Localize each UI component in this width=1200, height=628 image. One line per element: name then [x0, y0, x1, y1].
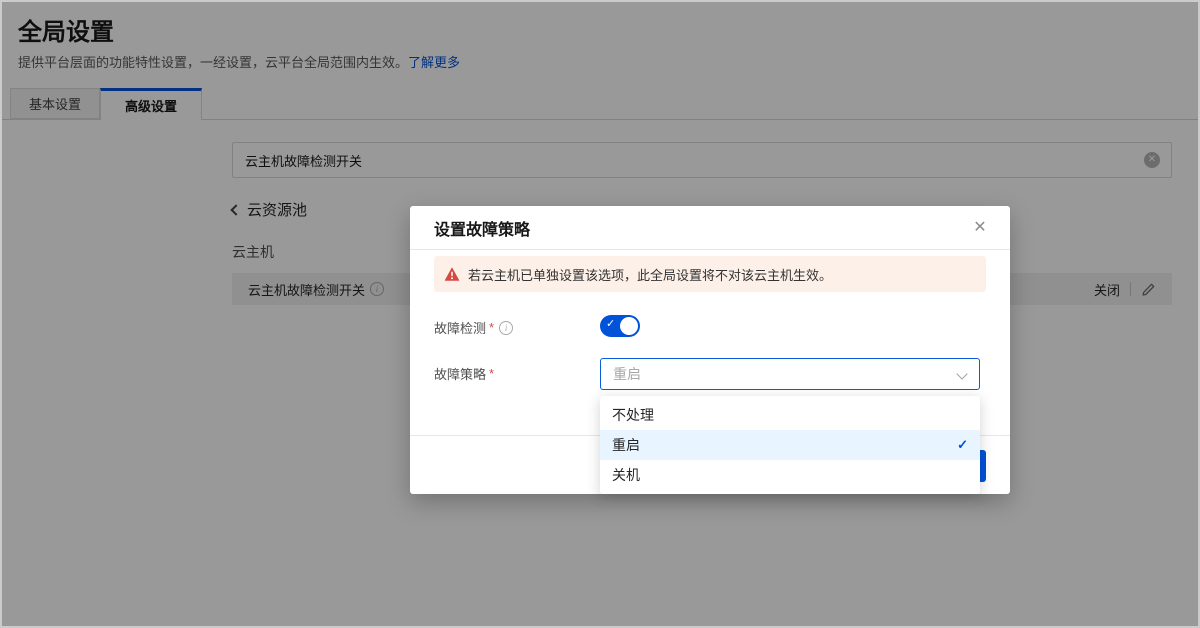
dropdown-option-restart[interactable]: 重启 ✓	[600, 430, 980, 460]
dropdown-option-shutdown[interactable]: 关机	[600, 460, 980, 490]
fault-detect-label: 故障检测 * i	[434, 318, 513, 337]
fault-policy-label: 故障策略 *	[434, 364, 494, 383]
info-icon[interactable]: i	[499, 321, 513, 335]
dialog-title: 设置故障策略	[434, 216, 530, 240]
chevron-down-icon	[956, 368, 967, 379]
dropdown-option-no-action[interactable]: 不处理	[600, 400, 980, 430]
required-asterisk: *	[489, 320, 494, 335]
dialog-header: 设置故障策略 ✕	[410, 206, 1010, 250]
fault-policy-label-text: 故障策略	[434, 364, 486, 383]
warning-alert-text: 若云主机已单独设置该选项，此全局设置将不对该云主机生效。	[468, 265, 832, 284]
fault-policy-select-value: 重启	[613, 364, 641, 384]
fault-detect-label-text: 故障检测	[434, 318, 486, 337]
app-window: 全局设置 提供平台层面的功能特性设置，一经设置，云平台全局范围内生效。了解更多 …	[0, 0, 1200, 628]
toggle-knob	[620, 317, 638, 335]
option-label: 关机	[612, 465, 640, 485]
fault-policy-dropdown: 不处理 重启 ✓ 关机	[600, 396, 980, 494]
option-label: 重启	[612, 435, 640, 455]
close-icon[interactable]: ✕	[970, 218, 990, 238]
warning-triangle-icon	[444, 266, 460, 282]
selected-check-icon: ✓	[957, 437, 968, 453]
fault-policy-select[interactable]: 重启	[600, 358, 980, 390]
warning-alert: 若云主机已单独设置该选项，此全局设置将不对该云主机生效。	[434, 256, 986, 292]
toggle-check-icon: ✓	[606, 317, 615, 330]
fault-detect-toggle[interactable]: ✓	[600, 315, 640, 337]
fault-policy-dialog: 设置故障策略 ✕ 若云主机已单独设置该选项，此全局设置将不对该云主机生效。 故障…	[410, 206, 1010, 494]
option-label: 不处理	[612, 405, 654, 425]
required-asterisk: *	[489, 366, 494, 381]
